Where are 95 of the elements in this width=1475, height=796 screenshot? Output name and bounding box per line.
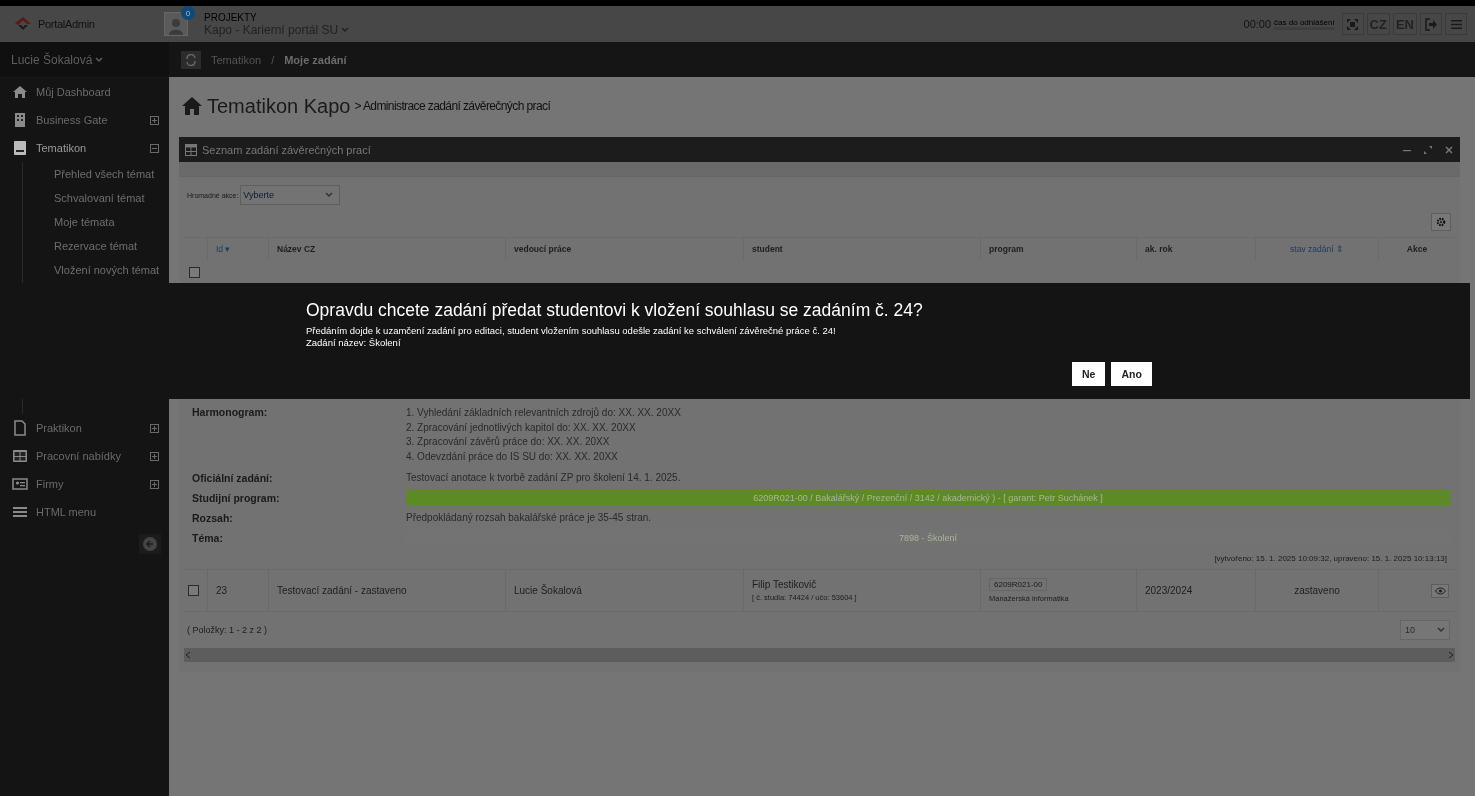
caret-icon bbox=[95, 56, 104, 63]
sidebar-subitem[interactable]: Vložení nových témat bbox=[23, 258, 169, 282]
sidebar-item[interactable]: Firmy bbox=[0, 470, 169, 498]
table-cell: zastaveno bbox=[1255, 570, 1378, 611]
caret-icon bbox=[1437, 627, 1445, 633]
menu-icon bbox=[12, 504, 28, 520]
collapse-icon[interactable] bbox=[150, 143, 159, 153]
panel-title: Seznam zadání závěrečných prací bbox=[202, 143, 372, 156]
user-menu[interactable]: Lucie Šokalová bbox=[0, 42, 169, 78]
schedule-item: 1. Vyhledání základních relevantních zdrojů do: XX. XX. 20XX bbox=[406, 406, 682, 420]
menu-button[interactable] bbox=[1445, 13, 1467, 35]
column-header: student bbox=[743, 237, 980, 260]
info-bar: 6209R021-00 / Bakalářský / Prezenční / 3142 / akademický ) - [ garant: Petr Suchánek ] bbox=[406, 490, 1450, 506]
column-header: Akce bbox=[1378, 237, 1455, 260]
refresh-button[interactable] bbox=[181, 50, 201, 69]
notification-badge: 0 bbox=[181, 6, 195, 20]
table-cell: 23 bbox=[207, 570, 268, 611]
expand-icon[interactable] bbox=[150, 479, 159, 489]
sidebar-subitem[interactable]: Přehled všech témat bbox=[23, 162, 169, 186]
logout-icon bbox=[1424, 17, 1438, 31]
schedule-item: 2. Zpracování jednotlivých kapitol do: XX. XX. 20XX bbox=[406, 420, 637, 435]
breadcrumb-link[interactable]: Tematikon bbox=[211, 53, 262, 66]
scroll-left-icon[interactable] bbox=[184, 651, 192, 659]
home-icon bbox=[12, 84, 28, 100]
caret-icon bbox=[325, 192, 334, 198]
refresh-icon bbox=[185, 53, 197, 66]
dialog-text: Zadání název: Školení bbox=[306, 337, 402, 349]
column-header: vedoucí práce bbox=[505, 237, 743, 260]
student-name: Filip Testikovič bbox=[752, 579, 817, 590]
document-icon bbox=[12, 420, 28, 436]
timestamp-note: [vytvořeno: 15. 1. 2025 10:09:32, upraveno: 15. 1. 2025 10:13:13] bbox=[184, 548, 1455, 570]
table-icon bbox=[185, 143, 197, 156]
table-cell: Lucie Šokalová bbox=[505, 570, 743, 611]
sidebar-subitem[interactable]: Moje témata bbox=[23, 210, 169, 234]
id-card-icon bbox=[12, 476, 28, 492]
gear-icon bbox=[1436, 217, 1446, 227]
close-icon[interactable] bbox=[1444, 144, 1454, 155]
column-header: ak. rok bbox=[1136, 237, 1255, 260]
table-cell: 2023/2024 bbox=[1136, 570, 1255, 611]
view-button[interactable] bbox=[1431, 583, 1449, 598]
settings-button[interactable] bbox=[1431, 213, 1451, 231]
home-icon bbox=[181, 96, 203, 116]
expand-icon[interactable] bbox=[150, 115, 159, 125]
sidebar-item[interactable]: Tematikon bbox=[0, 134, 169, 162]
expand-icon[interactable] bbox=[150, 451, 159, 461]
horizontal-scrollbar[interactable] bbox=[184, 648, 1455, 662]
collapse-sidebar-button[interactable] bbox=[139, 534, 161, 554]
sidebar-subitem[interactable]: Rezervace témat bbox=[23, 234, 169, 258]
column-header[interactable]: Id ▾ bbox=[207, 237, 268, 260]
page-title: Tematikon Kapo bbox=[207, 94, 351, 118]
breadcrumb-current: Moje zadání bbox=[284, 53, 347, 66]
detail-label: Rozsah: bbox=[192, 511, 234, 526]
sidebar-item[interactable]: Pracovní nabídky bbox=[0, 442, 169, 470]
expand-icon[interactable] bbox=[1423, 144, 1433, 155]
page-subtitle: > Administrace zadání závěrečných prací bbox=[354, 99, 551, 113]
bulk-actions-select[interactable]: Vyberte bbox=[240, 185, 341, 205]
checkbox[interactable] bbox=[189, 267, 200, 278]
detail-label: Téma: bbox=[192, 531, 224, 546]
fullscreen-button[interactable] bbox=[1341, 13, 1364, 35]
detail-label: Studijní program: bbox=[192, 491, 281, 506]
detail-label: Oficiální zadání: bbox=[192, 471, 274, 486]
dialog-button[interactable]: Ne bbox=[1072, 362, 1106, 386]
item-count: ( Položky: 1 - 2 z 2 ) bbox=[187, 625, 268, 635]
building-icon bbox=[12, 112, 28, 128]
book-icon bbox=[12, 140, 28, 156]
page-size-select[interactable]: 10 bbox=[1400, 620, 1450, 640]
expand-icon[interactable] bbox=[150, 423, 159, 433]
checkbox[interactable] bbox=[188, 585, 199, 596]
caret-icon bbox=[341, 26, 350, 33]
fullscreen-icon bbox=[1346, 17, 1360, 31]
dialog-text: Předáním dojde k uzamčení zadání pro editaci, student vložením souhlasu odešle zadání ke schválení závěrečné práce č. 24! bbox=[306, 325, 837, 337]
program-code-tag: 6209R021-00 bbox=[989, 578, 1048, 591]
column-header: Název CZ bbox=[268, 237, 505, 260]
logo-icon bbox=[14, 16, 32, 32]
breadcrumb-separator: / bbox=[271, 53, 275, 66]
sidebar-subitem[interactable]: Schvalovaní témat bbox=[23, 186, 169, 210]
detail-value: Předpokládaný rozsah bakalářské práce je 35-45 stran. bbox=[406, 511, 653, 525]
dialog-button[interactable]: Ano bbox=[1111, 362, 1152, 386]
grid-icon bbox=[12, 448, 28, 464]
detail-label: Harmonogram: bbox=[192, 405, 269, 420]
sidebar-item[interactable]: Můj Dashboard bbox=[0, 78, 169, 106]
scroll-right-icon[interactable] bbox=[1447, 651, 1455, 659]
sidebar-item[interactable]: Praktikon bbox=[0, 414, 169, 442]
sidebar-item[interactable]: HTML menu bbox=[0, 498, 169, 526]
dialog-title: Opravdu chcete zadání předat studentovi k vložení souhlasu se zadáním č. 24? bbox=[306, 300, 924, 321]
project-label: PROJEKTY bbox=[204, 11, 258, 23]
column-header[interactable]: stav zadání ⇕ bbox=[1255, 237, 1378, 260]
detail-value: Testovací anotace k tvorbě zadání ZP pro školení 14. 1. 2025. bbox=[406, 471, 682, 485]
schedule-item: 3. Zpracování závěrů práce do: XX. XX. 20XX bbox=[406, 435, 611, 449]
logout-button[interactable] bbox=[1420, 13, 1442, 35]
sidebar-item[interactable]: Business Gate bbox=[0, 106, 169, 134]
schedule-item: 4. Odevzdání práce do IS SU do: XX. XX. 20XX bbox=[406, 449, 619, 464]
table-cell: Testovací zadání - zastaveno bbox=[268, 570, 505, 611]
column-header: program bbox=[980, 237, 1136, 260]
menu-icon bbox=[1449, 17, 1463, 31]
